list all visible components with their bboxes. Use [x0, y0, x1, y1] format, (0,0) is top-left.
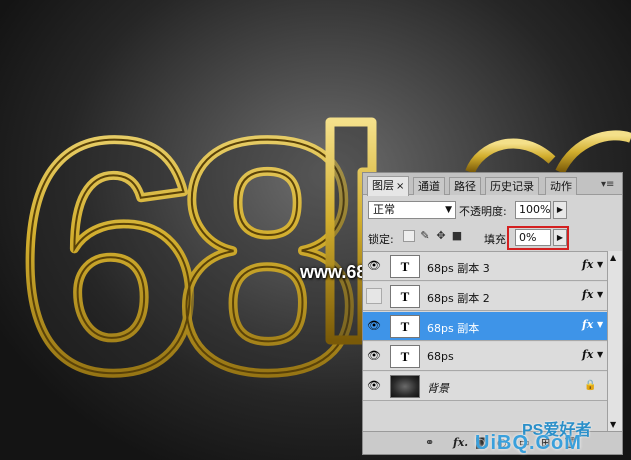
- layer-name: 68ps 副本 3: [427, 262, 490, 275]
- fill-highlight-box: [507, 226, 569, 250]
- close-icon[interactable]: ×: [396, 181, 404, 192]
- layer-name: 背景: [427, 382, 449, 395]
- site-logo-bottom: UiBQ.CoM: [475, 432, 582, 454]
- eye-icon[interactable]: 👁: [366, 348, 382, 364]
- text-layer-thumbnail: T: [390, 285, 420, 308]
- layer-row[interactable]: 👁 T 68ps 副本 3 fx ▼: [363, 252, 607, 281]
- visibility-toggle[interactable]: [366, 288, 382, 304]
- layer-name: 68ps: [427, 350, 454, 363]
- blend-mode-value: 正常: [373, 203, 395, 216]
- scroll-up-icon[interactable]: ▲: [610, 253, 616, 262]
- scroll-down-icon[interactable]: ▼: [610, 420, 616, 429]
- lock-label: 锁定:: [368, 233, 394, 246]
- opacity-label: 不透明度:: [459, 205, 507, 218]
- background-thumbnail: [390, 375, 420, 398]
- eye-icon[interactable]: 👁: [366, 258, 382, 274]
- layer-effects-icon[interactable]: fx: [582, 288, 593, 301]
- layers-panel: 图层 × 通道 路径 历史记录 动作 ▾≡ 正常 ▼ 不透明度: 100% ▶ 锁…: [362, 172, 623, 455]
- fx-icon[interactable]: fx.: [453, 436, 468, 449]
- layer-effects-icon[interactable]: fx: [582, 348, 593, 361]
- layer-effects-icon[interactable]: fx: [582, 258, 593, 271]
- lock-move-icon[interactable]: ✥: [435, 230, 447, 242]
- panel-menu-icon[interactable]: ▾≡: [601, 179, 614, 190]
- tab-history[interactable]: 历史记录: [485, 177, 539, 195]
- tab-actions[interactable]: 动作: [545, 177, 577, 195]
- layer-name: 68ps 副本 2: [427, 292, 490, 305]
- tab-layers[interactable]: 图层 ×: [367, 176, 410, 196]
- opacity-slider-button[interactable]: ▶: [553, 201, 567, 219]
- eye-icon[interactable]: 👁: [366, 318, 382, 334]
- chevron-down-icon[interactable]: ▼: [597, 290, 603, 299]
- lock-row: 锁定: ✎ ✥ ■ 填充: 0% ▶: [363, 225, 622, 249]
- chevron-down-icon[interactable]: ▼: [597, 260, 603, 269]
- layer-row[interactable]: T 68ps 副本 2 fx ▼: [363, 282, 607, 311]
- art-letter-o-partial: [465, 138, 556, 175]
- layer-effects-icon[interactable]: fx: [582, 318, 593, 331]
- lock-transparent-icon[interactable]: [403, 230, 415, 242]
- text-layer-thumbnail: T: [390, 345, 420, 368]
- layer-row[interactable]: 👁 T 68ps 副本 fx ▼: [363, 312, 607, 341]
- layers-scrollbar[interactable]: ▲ ▼: [607, 251, 622, 431]
- lock-brush-icon[interactable]: ✎: [419, 230, 431, 242]
- art-letter-s-partial: [555, 130, 631, 175]
- layer-row[interactable]: 👁 T 68ps fx ▼: [363, 342, 607, 371]
- text-layer-thumbnail: T: [390, 315, 420, 338]
- eye-icon[interactable]: 👁: [366, 378, 382, 394]
- layers-list: 👁 T 68ps 副本 3 fx ▼ T 68ps 副本 2 fx ▼ 👁 T 68ps 副本 fx ▼ 👁…: [363, 251, 607, 431]
- lock-all-icon[interactable]: ■: [451, 230, 463, 242]
- tab-layers-label: 图层: [372, 179, 394, 192]
- tab-channels[interactable]: 通道: [413, 177, 445, 195]
- lock-icon: 🔒: [584, 380, 597, 391]
- chevron-down-icon: ▼: [445, 205, 452, 215]
- layer-name: 68ps 副本: [427, 322, 480, 335]
- blend-row: 正常 ▼ 不透明度: 100% ▶: [363, 197, 622, 223]
- art-text-6-inner: 6: [18, 71, 202, 440]
- link-icon[interactable]: ⚭: [425, 436, 434, 449]
- opacity-input[interactable]: 100%: [515, 201, 551, 219]
- blend-mode-select[interactable]: 正常 ▼: [368, 201, 456, 219]
- layer-row[interactable]: 👁 背景 🔒: [363, 372, 607, 401]
- fill-label: 填充:: [484, 233, 510, 246]
- text-layer-thumbnail: T: [390, 255, 420, 278]
- chevron-down-icon[interactable]: ▼: [597, 350, 603, 359]
- tab-paths[interactable]: 路径: [449, 177, 481, 195]
- chevron-down-icon[interactable]: ▼: [597, 320, 603, 329]
- panel-tabs: 图层 × 通道 路径 历史记录 动作 ▾≡: [363, 173, 622, 196]
